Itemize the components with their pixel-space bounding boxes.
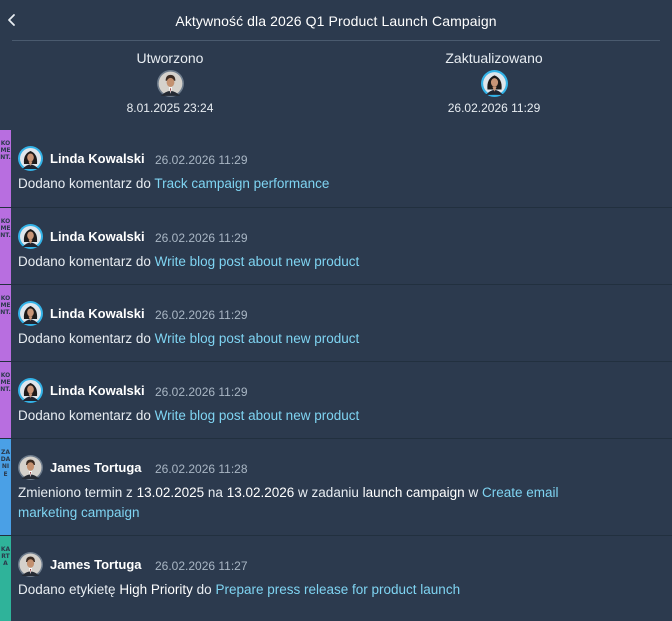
activity-item: KOMENT. Linda Kowalski 26.02.2026 11:29 … [0, 130, 672, 208]
task-link[interactable]: Write blog post about new product [155, 331, 360, 346]
user-name: James Tortuga [50, 557, 142, 572]
activity-item: KARTA James Tortuga 26.02.2026 11:27 Dod… [0, 536, 672, 621]
page-title: Aktywność dla 2026 Q1 Product Launch Cam… [175, 13, 497, 29]
tag-label: KARTA [0, 546, 11, 568]
activity-text-part: Zmieniono termin z [18, 485, 133, 500]
timestamp: 26.02.2026 11:29 [155, 385, 248, 399]
updater-avatar [480, 70, 508, 97]
activity-item: ZADANIE James Tortuga 26.02.2026 11:28 Z… [0, 439, 672, 536]
activity-list: KOMENT. Linda Kowalski 26.02.2026 11:29 … [0, 130, 672, 621]
activity-text-part: do [196, 582, 212, 597]
task-link[interactable]: Track campaign performance [154, 176, 329, 191]
creator-avatar [156, 70, 184, 97]
user-avatar [18, 552, 43, 577]
activity-prefix: Dodano komentarz do [18, 331, 151, 346]
type-tag-comment: KOMENT. [0, 208, 11, 284]
activity-text-part: na [207, 485, 223, 500]
activity-prefix: Dodano komentarz do [18, 408, 151, 423]
user-avatar [18, 301, 43, 326]
old-date: 13.02.2025 [136, 485, 205, 500]
tag-label: KOMENT. [0, 372, 11, 394]
activity-prefix: Dodano komentarz do [18, 176, 151, 191]
task-link[interactable]: Write blog post about new product [155, 408, 360, 423]
tag-label: KOMENT. [0, 140, 11, 162]
timestamp: 26.02.2026 11:29 [155, 308, 248, 322]
created-date: 8.01.2025 23:24 [126, 101, 214, 115]
updated-label: Zaktualizowano [445, 50, 543, 66]
new-date: 13.02.2026 [226, 485, 295, 500]
header-divider [12, 40, 660, 41]
created-info: Utworzono 8.01.2025 23:24 [70, 50, 270, 115]
user-avatar [18, 146, 43, 171]
activity-text-part: w zadaniu [298, 485, 359, 500]
task-name: launch campaign [362, 485, 465, 500]
updated-info: Zaktualizowano 26.02.2026 11:29 [394, 50, 594, 115]
type-tag-card: KARTA [0, 536, 11, 621]
activity-item: KOMENT. Linda Kowalski 26.02.2026 11:29 … [0, 285, 672, 362]
user-name: Linda Kowalski [50, 383, 145, 398]
activity-prefix: Dodano etykietę [18, 582, 116, 597]
activity-item: KOMENT. Linda Kowalski 26.02.2026 11:29 … [0, 208, 672, 285]
label-name: High Priority [119, 582, 193, 597]
user-name: Linda Kowalski [50, 151, 145, 166]
type-tag-comment: KOMENT. [0, 130, 11, 207]
activity-text: Dodano komentarz do Write blog post abou… [18, 329, 658, 349]
user-avatar [18, 224, 43, 249]
activity-text: Dodano komentarz do Write blog post abou… [18, 406, 658, 426]
tag-label: ZADANIE [0, 449, 11, 478]
activity-text: Dodano komentarz do Write blog post abou… [18, 252, 658, 272]
task-link[interactable]: Write blog post about new product [155, 254, 360, 269]
user-avatar [18, 455, 43, 480]
activity-text: Dodano etykietę High Priority do Prepare… [18, 580, 658, 600]
user-name: Linda Kowalski [50, 306, 145, 321]
user-name: Linda Kowalski [50, 229, 145, 244]
timestamp: 26.02.2026 11:29 [155, 153, 248, 167]
activity-item: KOMENT. Linda Kowalski 26.02.2026 11:29 … [0, 362, 672, 439]
header: Aktywność dla 2026 Q1 Product Launch Cam… [0, 0, 672, 41]
type-tag-task: ZADANIE [0, 439, 11, 535]
type-tag-comment: KOMENT. [0, 285, 11, 361]
activity-text-part: w [468, 485, 479, 500]
activity-text: Dodano komentarz do Track campaign perfo… [18, 174, 658, 194]
timestamp: 26.02.2026 11:28 [155, 462, 248, 476]
activity-text: Zmieniono termin z 13.02.2025 na 13.02.2… [18, 483, 618, 523]
updated-date: 26.02.2026 11:29 [447, 101, 541, 115]
card-link[interactable]: Prepare press release for product launch [215, 582, 460, 597]
tag-label: KOMENT. [0, 218, 11, 240]
type-tag-comment: KOMENT. [0, 362, 11, 438]
created-label: Utworzono [136, 50, 204, 66]
tag-label: KOMENT. [0, 295, 11, 317]
timestamp: 26.02.2026 11:29 [155, 231, 248, 245]
timestamp: 26.02.2026 11:27 [155, 559, 248, 573]
user-avatar [18, 378, 43, 403]
user-name: James Tortuga [50, 460, 142, 475]
activity-prefix: Dodano komentarz do [18, 254, 151, 269]
